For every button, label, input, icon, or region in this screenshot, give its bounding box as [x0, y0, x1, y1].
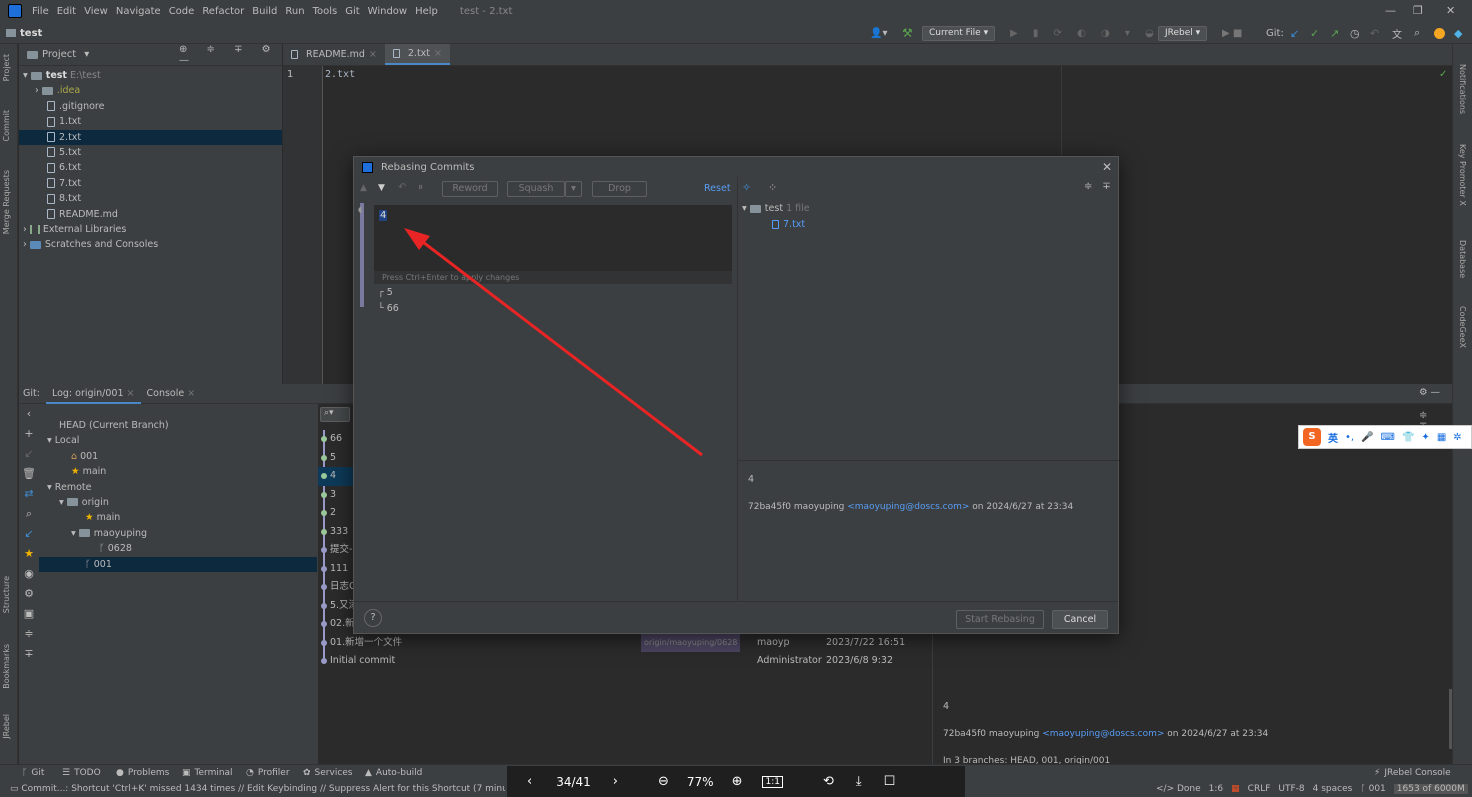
- prev-page-icon[interactable]: ‹: [527, 774, 532, 789]
- annotation-arrow: [404, 228, 703, 457]
- comment-icon[interactable]: ☐: [884, 774, 896, 789]
- caret-position[interactable]: 1:6: [1209, 784, 1223, 794]
- page-indicator: 34/41: [556, 774, 591, 789]
- services-icon: ✿: [303, 768, 311, 778]
- status-tab-problems[interactable]: ● Problems: [116, 768, 169, 778]
- terminal-icon: ▣: [182, 768, 191, 778]
- line-separator[interactable]: CRLF: [1248, 784, 1271, 794]
- image-viewer-toolbar: ‹ 34/41 › ⊖ 77% ⊕ 1:1 ⟲ ⤓ ☐: [507, 766, 965, 797]
- status-widgets: </> Done 1:6 ▦ CRLF UTF-8 4 spaces ᚴ 001…: [1156, 784, 1468, 794]
- status-tab-todo[interactable]: ☰ TODO: [62, 768, 101, 778]
- status-done[interactable]: </> Done: [1156, 784, 1201, 794]
- profiler-icon: ◔: [246, 768, 254, 778]
- arrow-shaft: [414, 234, 703, 457]
- list-icon: ☰: [62, 768, 71, 778]
- indent-setting[interactable]: 4 spaces: [1313, 784, 1353, 794]
- rotate-icon[interactable]: ⟲: [823, 774, 834, 789]
- next-page-icon[interactable]: ›: [613, 774, 618, 789]
- status-tab-git[interactable]: ᚴ Git: [22, 768, 44, 778]
- info-icon: ●: [116, 768, 124, 778]
- status-tab-profiler[interactable]: ◔ Profiler: [246, 768, 290, 778]
- arrow-head: [404, 228, 430, 250]
- file-encoding[interactable]: UTF-8: [1278, 784, 1304, 794]
- status-jrebel-console[interactable]: ⚡ JRebel Console: [1374, 768, 1451, 778]
- windows-icon: ▦: [1231, 784, 1240, 794]
- screen-icon: ▭: [10, 784, 22, 794]
- status-tab-terminal[interactable]: ▣ Terminal: [182, 768, 233, 778]
- zoom-in-icon[interactable]: ⊕: [732, 774, 743, 789]
- download-icon[interactable]: ⤓: [856, 774, 862, 789]
- zoom-out-icon[interactable]: ⊖: [658, 774, 669, 789]
- autobuild-icon: ▲: [365, 768, 372, 778]
- memory-indicator[interactable]: 1653 of 6000M: [1393, 784, 1468, 794]
- status-message[interactable]: ▭ Commit...: Shortcut 'Ctrl+K' missed 14…: [10, 784, 505, 794]
- status-tab-services[interactable]: ✿ Services: [303, 768, 353, 778]
- branch-icon: ᚴ: [22, 768, 28, 778]
- jrebel-icon: ⚡: [1374, 768, 1381, 778]
- git-branch-widget[interactable]: ᚴ 001: [1360, 784, 1385, 794]
- actual-size-button[interactable]: 1:1: [762, 775, 783, 788]
- zoom-level: 77%: [686, 774, 714, 789]
- status-tab-autobuild[interactable]: ▲ Auto-build: [365, 768, 422, 778]
